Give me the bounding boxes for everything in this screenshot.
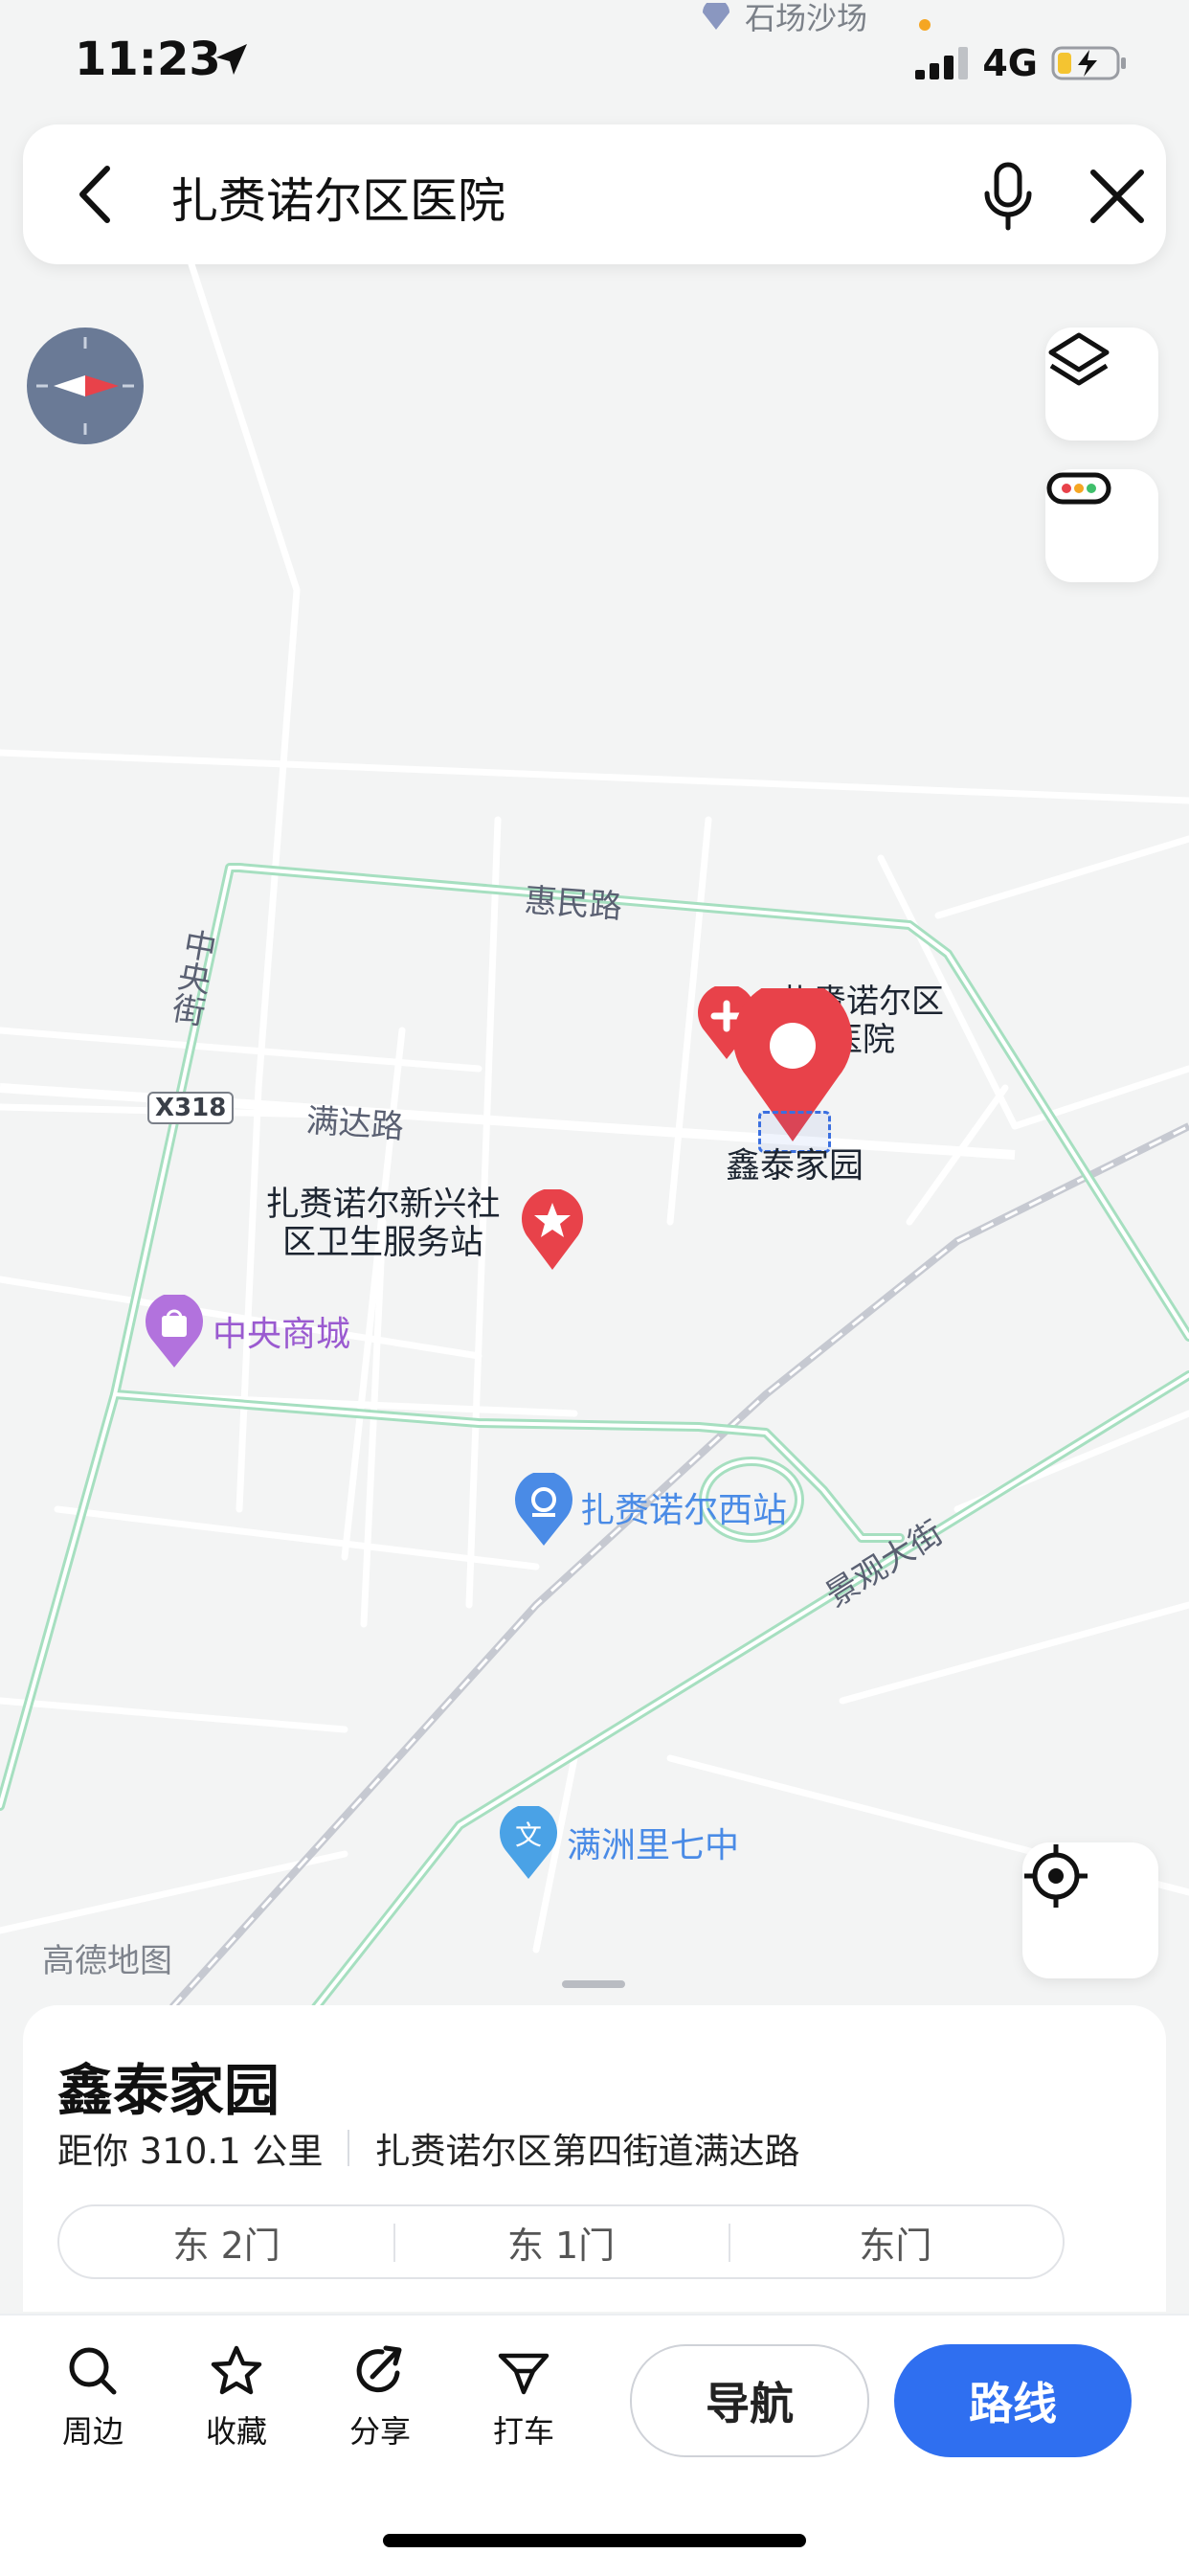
road-badge-x318: X318 [147, 1092, 235, 1124]
poi-label-west-station[interactable]: 扎赉诺尔西站 [580, 1482, 787, 1532]
gate-east-1[interactable]: 东 1门 [393, 2206, 728, 2277]
nearby-label: 周边 [61, 2413, 123, 2450]
road-label-huimin: 惠民路 [523, 881, 624, 927]
navigate-button[interactable]: 导航 [630, 2344, 869, 2457]
info-divider [348, 2130, 350, 2166]
place-title: 鑫泰家园 [57, 2058, 280, 2123]
map-logo: 高德地图 [42, 1942, 172, 1980]
privacy-dot [919, 19, 931, 31]
poi-label: 石场沙场 [745, 0, 868, 36]
health-station-icon[interactable] [521, 1189, 584, 1270]
compass-button[interactable] [27, 328, 144, 444]
layers-icon [1048, 332, 1110, 386]
place-info: 距你 310.1 公里 扎赉诺尔区第四街道满达路 [57, 2122, 799, 2174]
place-distance: 距你 310.1 公里 [57, 2131, 324, 2172]
share-button[interactable]: 分享 [327, 2342, 433, 2452]
search-icon [69, 2347, 117, 2395]
poi-label-school[interactable]: 满洲里七中 [567, 1818, 739, 1867]
layers-button[interactable] [1045, 328, 1158, 441]
gate-list: 东 2门 东 1门 东门 [57, 2204, 1065, 2279]
star-icon [211, 2345, 262, 2395]
route-button[interactable]: 路线 [894, 2344, 1132, 2457]
school-icon[interactable]: 文 [500, 1806, 557, 1879]
taxi-button[interactable]: 打车 [471, 2342, 576, 2452]
battery-charging-icon [1051, 46, 1126, 80]
search-query[interactable]: 扎赉诺尔区医院 [170, 163, 505, 232]
poi-label-xintai[interactable]: 鑫泰家园 [708, 1147, 881, 1186]
share-label: 分享 [348, 2413, 411, 2450]
crosshair-icon [1024, 1844, 1088, 1908]
place-address: 扎赉诺尔区第四街道满达路 [374, 2131, 800, 2172]
close-icon[interactable] [1074, 153, 1160, 239]
train-station-icon[interactable] [515, 1473, 572, 1546]
traffic-icon [1046, 472, 1111, 505]
poi-label-mall[interactable]: 中央商城 [213, 1306, 350, 1356]
shopping-bag-icon[interactable] [146, 1295, 203, 1367]
place-card[interactable]: 鑫泰家园 距你 310.1 公里 扎赉诺尔区第四街道满达路 东 2门 东 1门 … [23, 2005, 1166, 2312]
gate-east-2[interactable]: 东 2门 [59, 2206, 393, 2277]
favorite-label: 收藏 [205, 2413, 267, 2450]
location-arrow-icon [216, 44, 247, 75]
gate-east[interactable]: 东门 [728, 2206, 1063, 2277]
taxi-flag-icon [498, 2353, 550, 2395]
favorite-button[interactable]: 收藏 [184, 2342, 289, 2452]
map-view[interactable]: 惠民路 中央街 满达路 X318 景观大街 扎赉诺尔区医院 鑫泰家园 扎赉诺尔新… [0, 264, 1189, 2007]
poi-label-health-station[interactable]: 扎赉诺尔新兴社区卫生服务站 [251, 1186, 515, 1262]
network-type: 4G [982, 42, 1038, 84]
search-bar[interactable]: 扎赉诺尔区医院 [23, 124, 1166, 264]
more-tools-button[interactable] [1045, 469, 1158, 582]
taxi-label: 打车 [492, 2413, 554, 2450]
nearby-button[interactable]: 周边 [40, 2342, 146, 2452]
svg-text:文: 文 [515, 1819, 542, 1851]
status-time: 11:23 [75, 33, 221, 86]
sheet-drag-handle[interactable] [562, 1980, 625, 1988]
map-poi-top: 石场沙场 [697, 0, 867, 38]
home-indicator[interactable] [383, 2534, 806, 2547]
compass-icon [36, 337, 134, 435]
microphone-icon[interactable] [965, 153, 1051, 239]
status-right: 4G [915, 42, 1128, 84]
map-canvas [0, 264, 1189, 2007]
back-icon[interactable] [65, 161, 132, 228]
road-label-manda: 满达路 [304, 1101, 406, 1147]
share-icon [356, 2345, 402, 2393]
status-bar: 11:23 石场沙场 4G [0, 0, 1189, 124]
locate-me-button[interactable] [1022, 1842, 1158, 1978]
signal-icon [915, 47, 969, 79]
map-pin-small-icon [703, 3, 729, 30]
